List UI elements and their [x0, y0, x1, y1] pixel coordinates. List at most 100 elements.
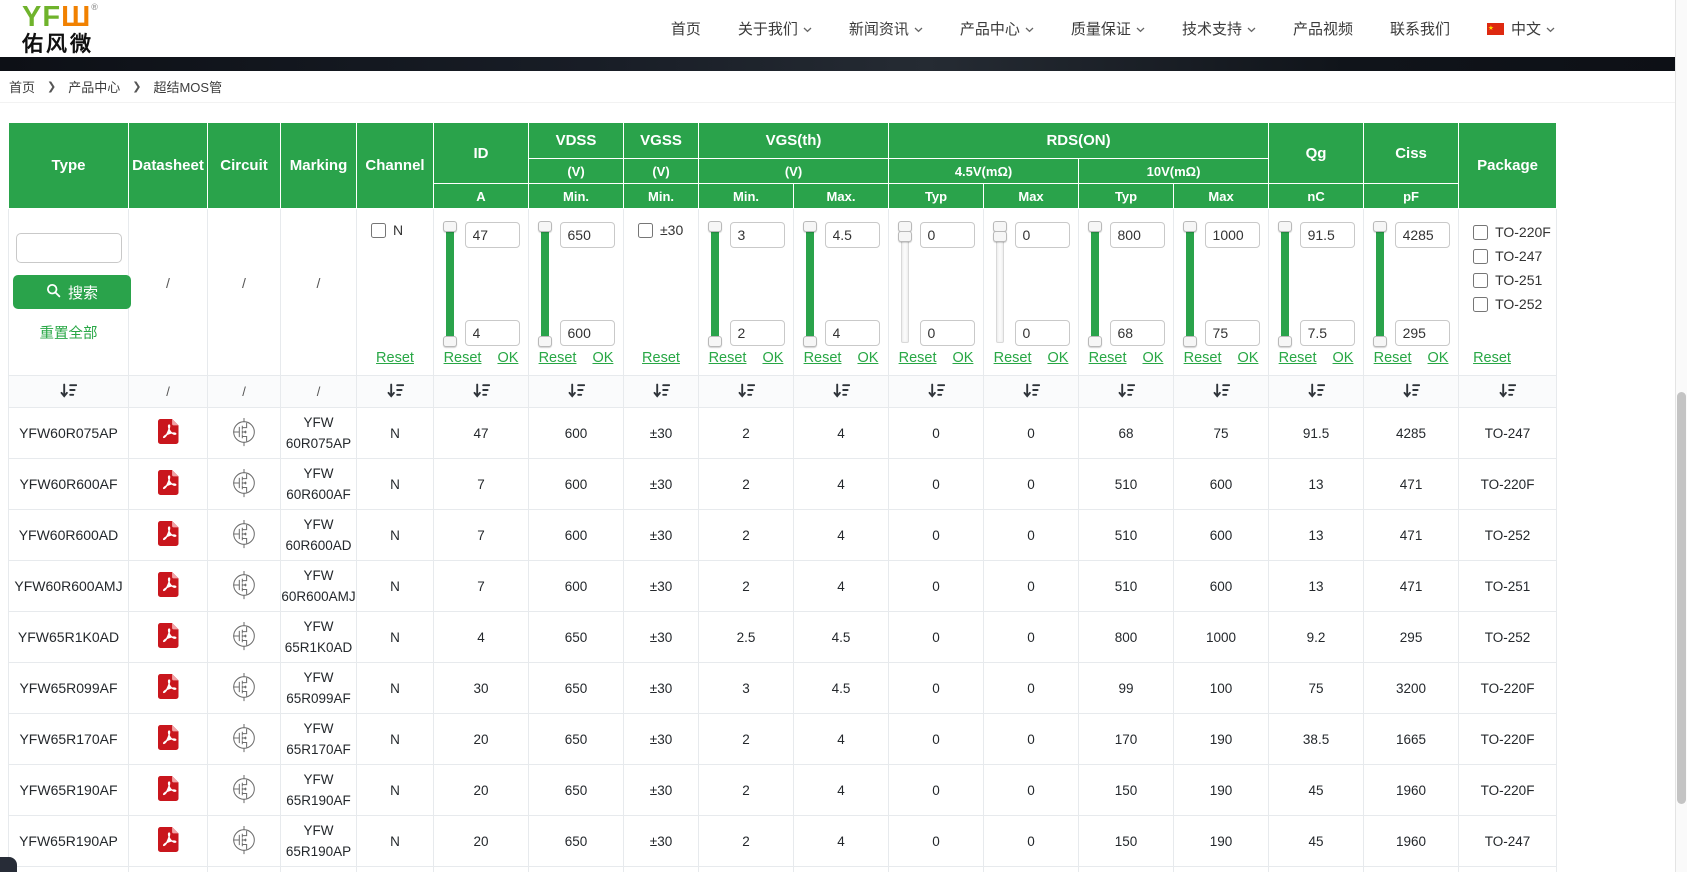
sort-rds45-max-button[interactable]: [984, 376, 1079, 408]
ciss-lower-input[interactable]: [1395, 320, 1450, 346]
sort-qg-button[interactable]: [1269, 376, 1364, 408]
rds45-typ-slider-handle-lower[interactable]: [898, 231, 912, 242]
vgsth-min-ok-link[interactable]: OK: [762, 350, 783, 366]
rds45-max-ok-link[interactable]: OK: [1047, 350, 1068, 366]
qg-slider-handle-lower[interactable]: [1278, 336, 1292, 347]
package-option-2[interactable]: TO-247: [1463, 248, 1552, 264]
datasheet-pdf-link[interactable]: [157, 673, 180, 703]
sort-channel-button[interactable]: [357, 376, 434, 408]
brand-logo[interactable]: YFШ® 佑风微: [22, 3, 99, 55]
datasheet-pdf-link[interactable]: [157, 571, 180, 601]
rds10-max-upper-input[interactable]: [1205, 222, 1260, 248]
qg-ok-link[interactable]: OK: [1333, 350, 1354, 366]
rds45-max-upper-input[interactable]: [1015, 222, 1070, 248]
nav-item-5[interactable]: 质量保证: [1071, 18, 1145, 39]
nav-item-7[interactable]: 产品视频: [1293, 18, 1353, 39]
datasheet-pdf-link[interactable]: [157, 724, 180, 754]
vgss-checkbox[interactable]: [638, 223, 653, 238]
vdss-slider-handle-lower[interactable]: [538, 336, 552, 347]
rds10-typ-upper-input[interactable]: [1110, 222, 1165, 248]
id-range-slider[interactable]: [443, 222, 457, 346]
ciss-slider-handle-lower[interactable]: [1373, 336, 1387, 347]
rds10-max-range-slider[interactable]: [1183, 222, 1197, 346]
sort-type-button[interactable]: [9, 376, 129, 408]
vgsth-min-range-slider[interactable]: [708, 222, 722, 346]
nav-item-6[interactable]: 技术支持: [1182, 18, 1256, 39]
nav-item-4[interactable]: 产品中心: [960, 18, 1034, 39]
vdss-upper-input[interactable]: [560, 222, 615, 248]
rds45-max-range-slider[interactable]: [993, 222, 1007, 346]
package-reset-link[interactable]: Reset: [1473, 350, 1511, 366]
vgsth-max-range-slider[interactable]: [803, 222, 817, 346]
package-checkbox-1[interactable]: [1473, 225, 1488, 240]
rds10-max-slider-handle-lower[interactable]: [1183, 336, 1197, 347]
rds45-typ-lower-input[interactable]: [920, 320, 975, 346]
id-lower-input[interactable]: [465, 320, 520, 346]
ciss-slider-handle-upper[interactable]: [1373, 221, 1387, 232]
qg-upper-input[interactable]: [1300, 222, 1355, 248]
rds10-typ-slider-handle-lower[interactable]: [1088, 336, 1102, 347]
nav-item-9[interactable]: ★中文: [1487, 18, 1555, 39]
vgsth-max-lower-input[interactable]: [825, 320, 880, 346]
sort-ciss-button[interactable]: [1364, 376, 1459, 408]
vgsth-min-slider-handle-upper[interactable]: [708, 221, 722, 232]
scrollbar-thumb[interactable]: [1677, 392, 1686, 804]
rds45-typ-range-slider[interactable]: [898, 222, 912, 346]
sort-package-button[interactable]: [1459, 376, 1557, 408]
floating-widget[interactable]: [0, 857, 17, 872]
datasheet-pdf-link[interactable]: [157, 469, 180, 499]
package-option-3[interactable]: TO-251: [1463, 272, 1552, 288]
ciss-reset-link[interactable]: Reset: [1374, 350, 1412, 366]
sort-rds45-typ-button[interactable]: [889, 376, 984, 408]
rds10-typ-lower-input[interactable]: [1110, 320, 1165, 346]
vgsth-max-reset-link[interactable]: Reset: [804, 350, 842, 366]
breadcrumb-item-1[interactable]: 首页: [9, 77, 35, 96]
breadcrumb-item-2[interactable]: 产品中心: [68, 77, 120, 96]
datasheet-pdf-link[interactable]: [157, 775, 180, 805]
sort-vgss-button[interactable]: [624, 376, 699, 408]
datasheet-pdf-link[interactable]: [157, 622, 180, 652]
id-reset-link[interactable]: Reset: [444, 350, 482, 366]
vdss-slider-handle-upper[interactable]: [538, 221, 552, 232]
ciss-upper-input[interactable]: [1395, 222, 1450, 248]
package-option-1[interactable]: TO-220F: [1463, 224, 1552, 240]
channel-checkbox[interactable]: [371, 223, 386, 238]
vgsth-max-slider-handle-upper[interactable]: [803, 221, 817, 232]
vgsth-min-reset-link[interactable]: Reset: [709, 350, 747, 366]
datasheet-pdf-link[interactable]: [157, 520, 180, 550]
vgsth-min-lower-input[interactable]: [730, 320, 785, 346]
rds10-typ-range-slider[interactable]: [1088, 222, 1102, 346]
rds10-typ-slider-handle-upper[interactable]: [1088, 221, 1102, 232]
rds10-max-ok-link[interactable]: OK: [1238, 350, 1259, 366]
sort-vgsth-max-button[interactable]: [794, 376, 889, 408]
qg-range-slider[interactable]: [1278, 222, 1292, 346]
rds10-typ-reset-link[interactable]: Reset: [1089, 350, 1127, 366]
vdss-lower-input[interactable]: [560, 320, 615, 346]
sort-rds10-max-button[interactable]: [1174, 376, 1269, 408]
id-slider-handle-lower[interactable]: [443, 336, 457, 347]
package-checkbox-2[interactable]: [1473, 249, 1488, 264]
id-upper-input[interactable]: [465, 222, 520, 248]
vdss-range-slider[interactable]: [538, 222, 552, 346]
sort-vdss-button[interactable]: [529, 376, 624, 408]
vgsth-max-upper-input[interactable]: [825, 222, 880, 248]
sort-id-button[interactable]: [434, 376, 529, 408]
channel-reset-link[interactable]: Reset: [376, 350, 414, 366]
vgsth-max-slider-handle-lower[interactable]: [803, 336, 817, 347]
vgss-reset-link[interactable]: Reset: [642, 350, 680, 366]
datasheet-pdf-link[interactable]: [157, 826, 180, 856]
rds10-max-reset-link[interactable]: Reset: [1184, 350, 1222, 366]
rds10-typ-ok-link[interactable]: OK: [1142, 350, 1163, 366]
package-checkbox-3[interactable]: [1473, 273, 1488, 288]
rds45-max-lower-input[interactable]: [1015, 320, 1070, 346]
rds45-typ-ok-link[interactable]: OK: [952, 350, 973, 366]
rds45-typ-reset-link[interactable]: Reset: [899, 350, 937, 366]
vgsth-min-slider-handle-lower[interactable]: [708, 336, 722, 347]
nav-item-1[interactable]: 首页: [671, 18, 701, 39]
channel-filter-option[interactable]: N: [361, 222, 429, 238]
nav-item-8[interactable]: 联系我们: [1390, 18, 1450, 39]
package-option-4[interactable]: TO-252: [1463, 296, 1552, 312]
id-slider-handle-upper[interactable]: [443, 221, 457, 232]
vgsth-min-upper-input[interactable]: [730, 222, 785, 248]
rds10-max-slider-handle-upper[interactable]: [1183, 221, 1197, 232]
